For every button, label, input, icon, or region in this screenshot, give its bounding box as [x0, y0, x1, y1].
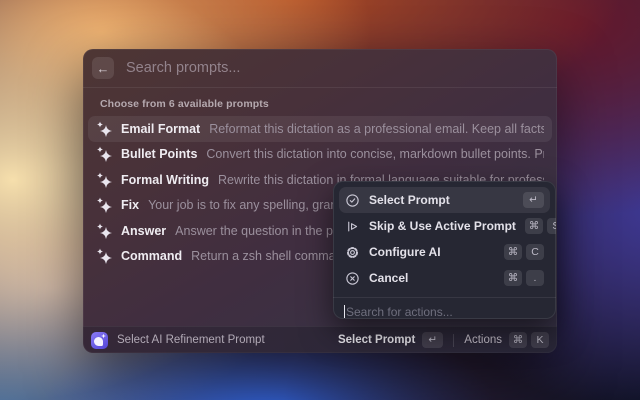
menu-item-label: Select Prompt: [369, 193, 450, 207]
prompt-title: Formal Writing: [121, 173, 209, 187]
menu-item-label: Skip & Use Active Prompt: [369, 219, 516, 233]
k-key-badge: K: [531, 332, 549, 348]
s-key-badge: S: [547, 218, 556, 234]
prompt-description: Convert this dictation into concise, mar…: [206, 147, 544, 161]
prompt-title: Bullet Points: [121, 147, 197, 161]
prompt-title: Email Format: [121, 122, 200, 136]
sparkles-icon: [96, 248, 112, 264]
prompt-title: Fix: [121, 198, 139, 212]
sparkles-icon: [96, 146, 112, 162]
select-prompt-action[interactable]: Select Prompt: [338, 334, 415, 346]
cmd-key-badge: ⌘: [504, 270, 522, 286]
menu-item-cancel[interactable]: Cancel ⌘ .: [339, 265, 550, 291]
return-key-badge: ↵: [523, 192, 544, 208]
step-forward-icon: [345, 219, 360, 234]
prompt-title: Command: [121, 249, 182, 263]
sparkles-icon: [96, 197, 112, 213]
app-icon: [91, 332, 108, 349]
actions-search-input[interactable]: [346, 305, 545, 319]
actions-menu-button[interactable]: Actions: [464, 334, 502, 346]
section-header: Choose from 6 available prompts: [100, 98, 557, 110]
menu-item-skip-use-active-prompt[interactable]: Skip & Use Active Prompt ⌘ S: [339, 213, 550, 239]
menu-item-label: Cancel: [369, 271, 408, 285]
cmd-key-badge: ⌘: [525, 218, 543, 234]
status-bar: Select AI Refinement Prompt Select Promp…: [83, 326, 557, 353]
text-cursor: [344, 305, 345, 318]
footer-divider: [453, 334, 454, 347]
cmd-key-badge: ⌘: [509, 332, 527, 348]
arrow-left-icon: ←: [97, 62, 110, 75]
prompt-title: Answer: [121, 224, 166, 238]
menu-item-select-prompt[interactable]: Select Prompt ↵: [339, 187, 550, 213]
prompt-row-email-format[interactable]: Email Format Reformat this dictation as …: [88, 116, 552, 142]
sparkles-icon: [96, 223, 112, 239]
actions-context-menu: Select Prompt ↵ Skip & Use Active Prompt…: [333, 181, 556, 319]
prompt-row-bullet-points[interactable]: Bullet Points Convert this dictation int…: [88, 142, 552, 168]
x-circle-icon: [345, 271, 360, 286]
actions-search-bar: [333, 297, 556, 319]
search-input[interactable]: [126, 60, 548, 76]
search-bar: ←: [83, 49, 557, 88]
back-button[interactable]: ←: [92, 57, 114, 79]
gear-icon: [345, 245, 360, 260]
cmd-key-badge: ⌘: [504, 244, 522, 260]
sparkles-icon: [96, 172, 112, 188]
c-key-badge: C: [526, 244, 544, 260]
return-key-badge: ↵: [422, 332, 443, 348]
sparkles-icon: [96, 121, 112, 137]
prompt-description: Reformat this dictation as a professiona…: [209, 122, 544, 136]
check-circle-icon: [345, 193, 360, 208]
window-title: Select AI Refinement Prompt: [117, 334, 265, 346]
period-key-badge: .: [526, 270, 544, 286]
menu-item-label: Configure AI: [369, 245, 441, 259]
menu-item-configure-ai[interactable]: Configure AI ⌘ C: [339, 239, 550, 265]
